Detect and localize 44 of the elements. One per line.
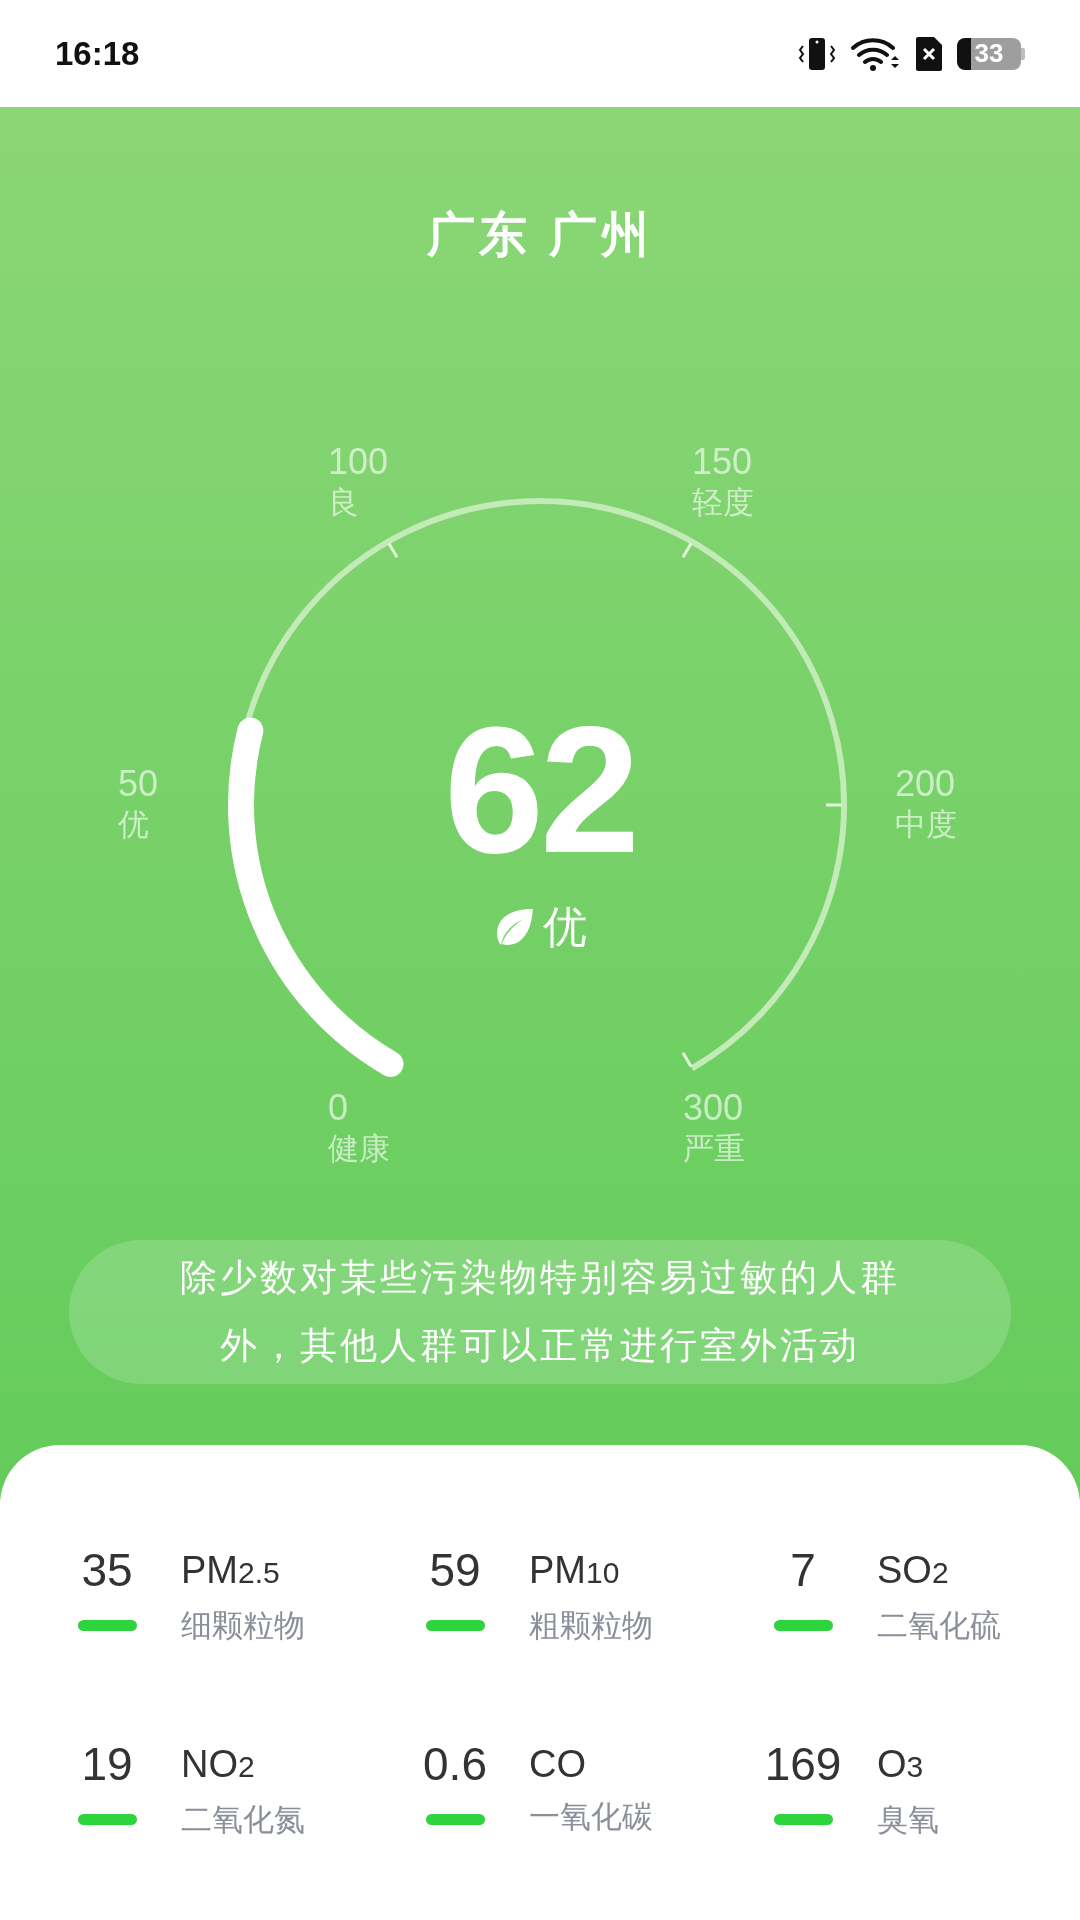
scale-label: 优 [118,806,150,844]
scale-label: 健康 [328,1130,390,1168]
tick-mark [681,542,693,559]
pollutant-description: 二氧化硫 [877,1607,1001,1645]
pollutant-name: CO [529,1742,587,1787]
level-bar [773,1620,833,1631]
scale-value: 150 [692,441,754,483]
pollutant-value: 35 [81,1543,133,1598]
pollutant-description: 臭氧 [877,1801,939,1839]
scale-label: 中度 [895,806,957,844]
level-bar [77,1620,137,1631]
tick-mark [387,542,399,559]
pollutant-value: 169 [764,1737,842,1792]
aqi-value: 62 [443,690,637,890]
scale-label: 良 [328,484,360,522]
level-bar [425,1620,485,1631]
scale-value: 200 [895,763,957,805]
level-bar [425,1814,485,1825]
scale-label: 轻度 [692,484,754,522]
scale-value: 0 [328,1087,350,1129]
pollutant-value: 59 [429,1543,481,1598]
pollutant-value: 19 [81,1737,133,1792]
pollutant-description: 一氧化碳 [529,1798,653,1836]
tick-mark [826,803,842,807]
vibrate-icon [797,35,837,72]
sim-card-icon [915,35,943,72]
aqi-grade: 优 [543,901,587,953]
level-bar [773,1814,833,1825]
pollutant-description: 细颗粒物 [181,1607,305,1645]
wifi-icon [851,35,901,72]
location-title: 广东 广州 [426,207,654,263]
pollutant-value: 7 [790,1543,816,1598]
battery-indicator: 33 [957,37,1021,70]
pollutant-value: 0.6 [423,1737,487,1792]
advice-text: 除少数对某些污染物特别容易过敏的人群外，其他人群可以正常进行室外活动 [179,1256,901,1368]
tick-mark [681,1051,693,1068]
pollutant-description: 粗颗粒物 [529,1607,653,1645]
level-bar [77,1814,137,1825]
status-time: 16:18 [55,34,141,73]
scale-value: 300 [683,1087,745,1129]
scale-value: 50 [118,763,159,805]
scale-value: 100 [328,441,389,483]
scale-label: 严重 [683,1130,745,1168]
pollutant-description: 二氧化氮 [181,1801,305,1839]
